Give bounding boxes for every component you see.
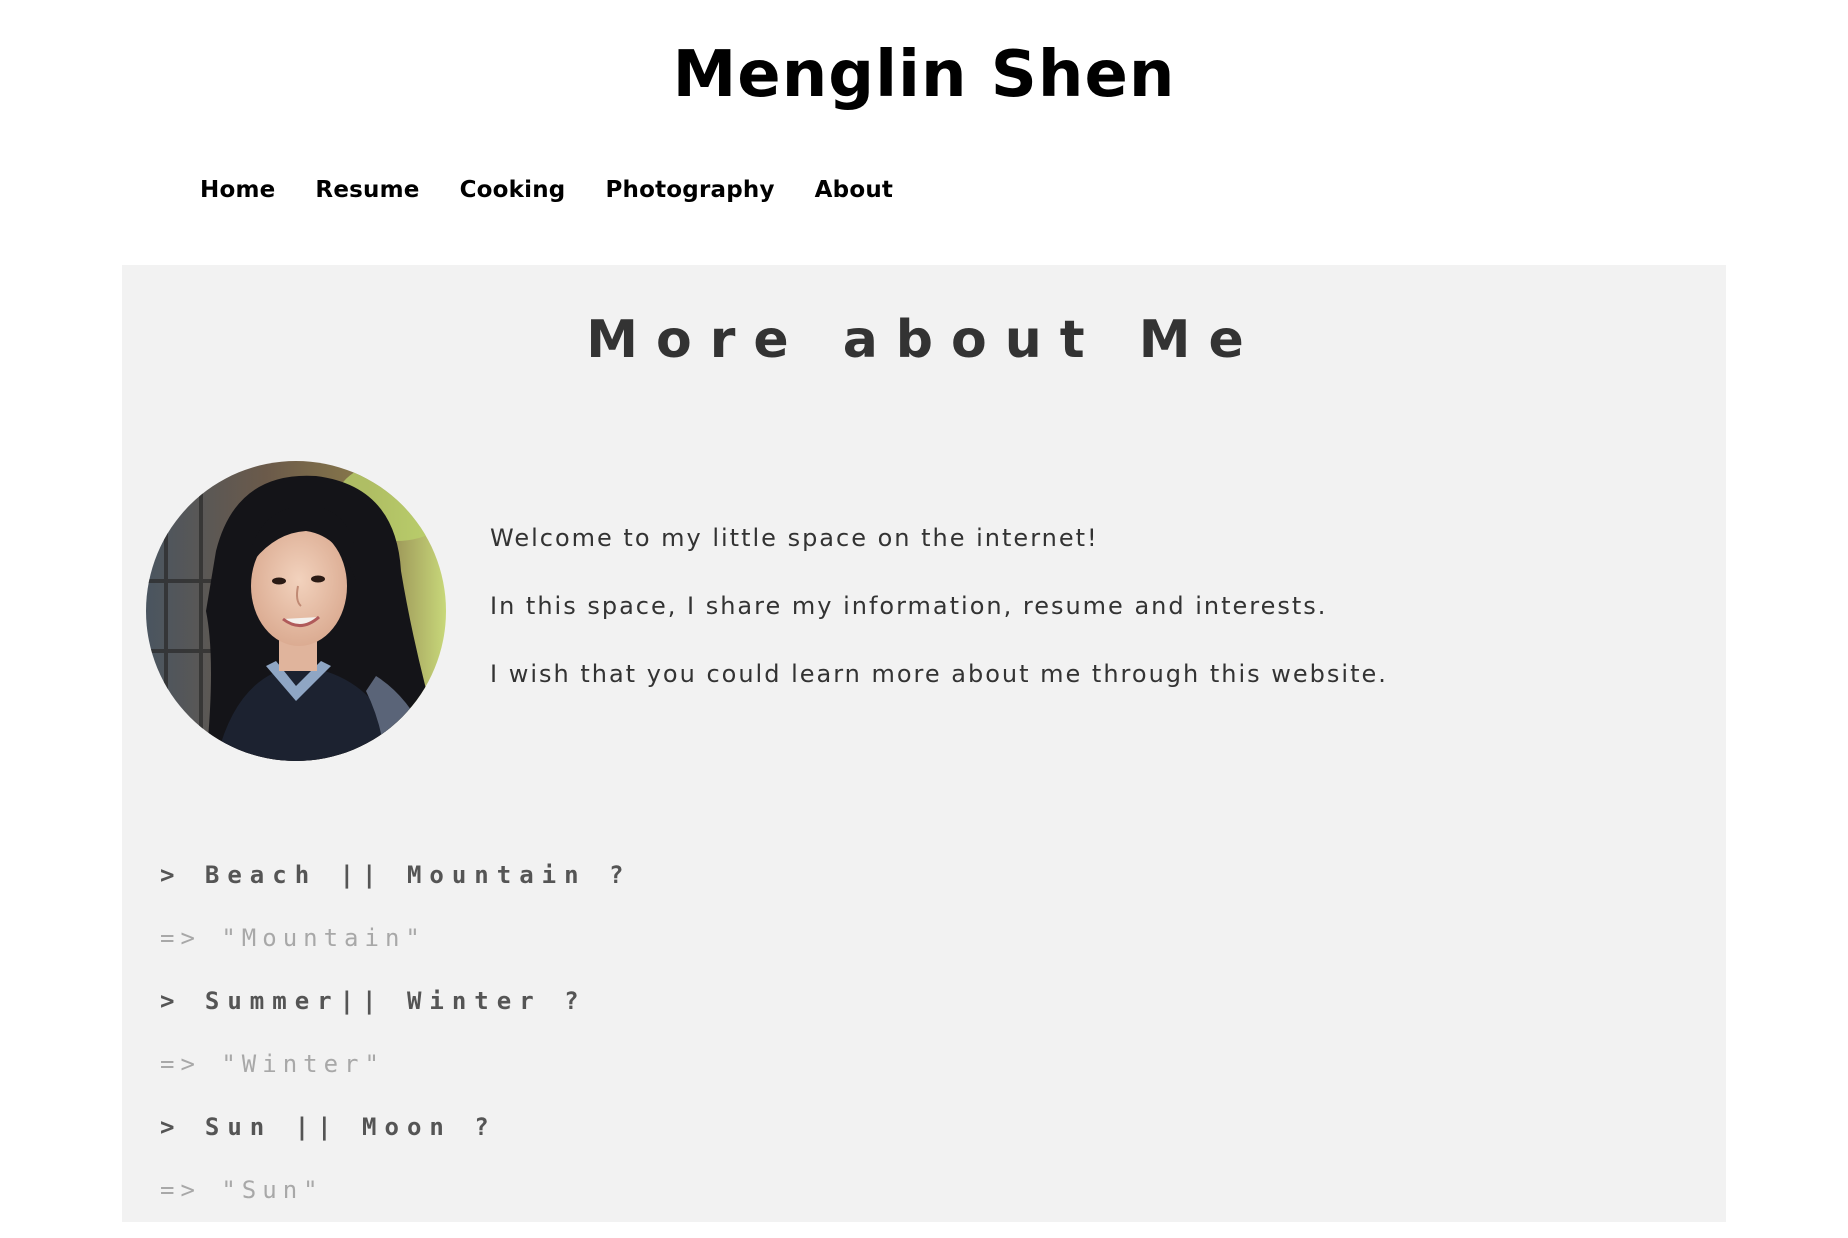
profile-photo [146, 461, 446, 761]
intro-line: Welcome to my little space on the intern… [490, 524, 1099, 552]
nav-item-cooking[interactable]: Cooking [460, 177, 566, 203]
preferences-list: > Beach || Mountain ? => "Mountain" > Su… [160, 860, 1560, 1238]
about-section: More about Me Welcome to my little space… [122, 265, 1726, 1222]
intro-text: Welcome to my little space on the intern… [490, 523, 1640, 727]
nav-item-photography[interactable]: Photography [605, 177, 774, 203]
main-nav: Home Resume Cooking Photography About [200, 170, 933, 210]
preference-question: > Beach || Mountain ? [160, 861, 632, 889]
site-header: Menglin Shen Home Resume Cooking Photogr… [0, 0, 1848, 265]
site-title[interactable]: Menglin Shen [0, 30, 1848, 120]
preference-question: > Sun || Moon ? [160, 1113, 497, 1141]
intro-line: I wish that you could learn more about m… [490, 660, 1388, 688]
preference-question: > Summer|| Winter ? [160, 987, 587, 1015]
nav-item-home[interactable]: Home [200, 177, 275, 203]
section-title: More about Me [586, 310, 1262, 370]
preference-answer: => "Mountain" [160, 924, 426, 952]
preference-answer: => "Sun" [160, 1176, 324, 1204]
nav-item-about[interactable]: About [815, 177, 893, 203]
nav-item-resume[interactable]: Resume [315, 177, 419, 203]
intro-line: In this space, I share my information, r… [490, 592, 1328, 620]
profile-photo-image [146, 461, 446, 761]
preference-answer: => "Winter" [160, 1050, 385, 1078]
